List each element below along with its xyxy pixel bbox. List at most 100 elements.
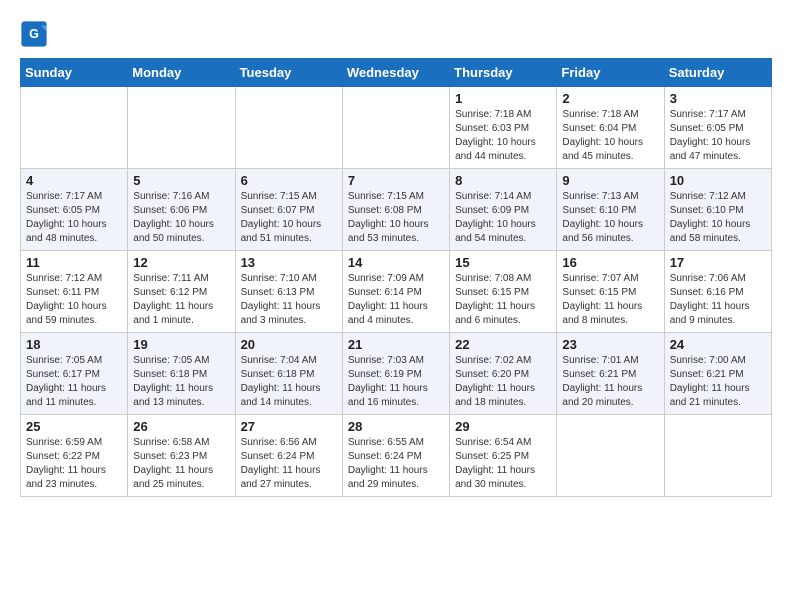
- day-number: 1: [455, 91, 551, 106]
- day-header-sunday: Sunday: [21, 59, 128, 87]
- day-number: 20: [241, 337, 337, 352]
- day-info: Sunrise: 7:13 AMSunset: 6:10 PMDaylight:…: [562, 190, 658, 246]
- day-info: Sunrise: 7:15 AMSunset: 6:07 PMDaylight:…: [241, 190, 337, 246]
- day-info: Sunrise: 7:05 AMSunset: 6:17 PMDaylight:…: [26, 354, 122, 410]
- calendar-cell: 3 Sunrise: 7:17 AMSunset: 6:05 PMDayligh…: [664, 87, 771, 169]
- day-info: Sunrise: 7:06 AMSunset: 6:16 PMDaylight:…: [670, 272, 766, 328]
- day-number: 9: [562, 173, 658, 188]
- day-info: Sunrise: 6:59 AMSunset: 6:22 PMDaylight:…: [26, 436, 122, 492]
- day-info: Sunrise: 7:14 AMSunset: 6:09 PMDaylight:…: [455, 190, 551, 246]
- day-info: Sunrise: 7:15 AMSunset: 6:08 PMDaylight:…: [348, 190, 444, 246]
- day-info: Sunrise: 6:54 AMSunset: 6:25 PMDaylight:…: [455, 436, 551, 492]
- day-number: 2: [562, 91, 658, 106]
- calendar-cell: 19 Sunrise: 7:05 AMSunset: 6:18 PMDaylig…: [128, 333, 235, 415]
- calendar-table: SundayMondayTuesdayWednesdayThursdayFrid…: [20, 58, 772, 497]
- calendar-cell: 12 Sunrise: 7:11 AMSunset: 6:12 PMDaylig…: [128, 251, 235, 333]
- calendar-cell: [557, 415, 664, 497]
- calendar-cell: 11 Sunrise: 7:12 AMSunset: 6:11 PMDaylig…: [21, 251, 128, 333]
- day-number: 7: [348, 173, 444, 188]
- calendar-cell: 21 Sunrise: 7:03 AMSunset: 6:19 PMDaylig…: [342, 333, 449, 415]
- day-info: Sunrise: 7:17 AMSunset: 6:05 PMDaylight:…: [26, 190, 122, 246]
- day-number: 19: [133, 337, 229, 352]
- calendar-cell: 8 Sunrise: 7:14 AMSunset: 6:09 PMDayligh…: [450, 169, 557, 251]
- calendar-cell: 29 Sunrise: 6:54 AMSunset: 6:25 PMDaylig…: [450, 415, 557, 497]
- svg-text:G: G: [29, 27, 39, 41]
- calendar-cell: 20 Sunrise: 7:04 AMSunset: 6:18 PMDaylig…: [235, 333, 342, 415]
- logo-icon: G: [20, 20, 48, 48]
- calendar-cell: 6 Sunrise: 7:15 AMSunset: 6:07 PMDayligh…: [235, 169, 342, 251]
- calendar-cell: 13 Sunrise: 7:10 AMSunset: 6:13 PMDaylig…: [235, 251, 342, 333]
- day-number: 4: [26, 173, 122, 188]
- day-number: 24: [670, 337, 766, 352]
- day-number: 25: [26, 419, 122, 434]
- day-number: 14: [348, 255, 444, 270]
- calendar-cell: 15 Sunrise: 7:08 AMSunset: 6:15 PMDaylig…: [450, 251, 557, 333]
- day-number: 10: [670, 173, 766, 188]
- calendar-cell: 23 Sunrise: 7:01 AMSunset: 6:21 PMDaylig…: [557, 333, 664, 415]
- day-info: Sunrise: 6:58 AMSunset: 6:23 PMDaylight:…: [133, 436, 229, 492]
- calendar-cell: 27 Sunrise: 6:56 AMSunset: 6:24 PMDaylig…: [235, 415, 342, 497]
- calendar-cell: 10 Sunrise: 7:12 AMSunset: 6:10 PMDaylig…: [664, 169, 771, 251]
- day-info: Sunrise: 6:55 AMSunset: 6:24 PMDaylight:…: [348, 436, 444, 492]
- day-number: 18: [26, 337, 122, 352]
- day-number: 17: [670, 255, 766, 270]
- calendar-cell: [128, 87, 235, 169]
- calendar-cell: 24 Sunrise: 7:00 AMSunset: 6:21 PMDaylig…: [664, 333, 771, 415]
- day-number: 6: [241, 173, 337, 188]
- day-info: Sunrise: 7:10 AMSunset: 6:13 PMDaylight:…: [241, 272, 337, 328]
- calendar-cell: 2 Sunrise: 7:18 AMSunset: 6:04 PMDayligh…: [557, 87, 664, 169]
- calendar-cell: 9 Sunrise: 7:13 AMSunset: 6:10 PMDayligh…: [557, 169, 664, 251]
- calendar-cell: 16 Sunrise: 7:07 AMSunset: 6:15 PMDaylig…: [557, 251, 664, 333]
- day-info: Sunrise: 7:01 AMSunset: 6:21 PMDaylight:…: [562, 354, 658, 410]
- day-info: Sunrise: 7:18 AMSunset: 6:04 PMDaylight:…: [562, 108, 658, 164]
- day-info: Sunrise: 7:08 AMSunset: 6:15 PMDaylight:…: [455, 272, 551, 328]
- calendar-cell: 28 Sunrise: 6:55 AMSunset: 6:24 PMDaylig…: [342, 415, 449, 497]
- day-number: 29: [455, 419, 551, 434]
- day-info: Sunrise: 7:12 AMSunset: 6:11 PMDaylight:…: [26, 272, 122, 328]
- day-info: Sunrise: 7:16 AMSunset: 6:06 PMDaylight:…: [133, 190, 229, 246]
- day-header-wednesday: Wednesday: [342, 59, 449, 87]
- calendar-cell: 7 Sunrise: 7:15 AMSunset: 6:08 PMDayligh…: [342, 169, 449, 251]
- day-info: Sunrise: 7:00 AMSunset: 6:21 PMDaylight:…: [670, 354, 766, 410]
- day-number: 23: [562, 337, 658, 352]
- day-number: 26: [133, 419, 229, 434]
- calendar-cell: 22 Sunrise: 7:02 AMSunset: 6:20 PMDaylig…: [450, 333, 557, 415]
- day-header-saturday: Saturday: [664, 59, 771, 87]
- day-info: Sunrise: 7:05 AMSunset: 6:18 PMDaylight:…: [133, 354, 229, 410]
- day-info: Sunrise: 7:02 AMSunset: 6:20 PMDaylight:…: [455, 354, 551, 410]
- calendar-cell: 5 Sunrise: 7:16 AMSunset: 6:06 PMDayligh…: [128, 169, 235, 251]
- day-number: 21: [348, 337, 444, 352]
- day-info: Sunrise: 7:09 AMSunset: 6:14 PMDaylight:…: [348, 272, 444, 328]
- calendar-cell: 25 Sunrise: 6:59 AMSunset: 6:22 PMDaylig…: [21, 415, 128, 497]
- calendar-cell: 18 Sunrise: 7:05 AMSunset: 6:17 PMDaylig…: [21, 333, 128, 415]
- calendar-cell: 17 Sunrise: 7:06 AMSunset: 6:16 PMDaylig…: [664, 251, 771, 333]
- day-info: Sunrise: 7:17 AMSunset: 6:05 PMDaylight:…: [670, 108, 766, 164]
- day-number: 12: [133, 255, 229, 270]
- calendar-cell: 14 Sunrise: 7:09 AMSunset: 6:14 PMDaylig…: [342, 251, 449, 333]
- logo: G: [20, 20, 50, 48]
- day-number: 8: [455, 173, 551, 188]
- day-number: 13: [241, 255, 337, 270]
- day-header-friday: Friday: [557, 59, 664, 87]
- day-info: Sunrise: 7:11 AMSunset: 6:12 PMDaylight:…: [133, 272, 229, 328]
- day-number: 28: [348, 419, 444, 434]
- day-number: 27: [241, 419, 337, 434]
- calendar-cell: 26 Sunrise: 6:58 AMSunset: 6:23 PMDaylig…: [128, 415, 235, 497]
- day-number: 22: [455, 337, 551, 352]
- calendar-cell: [664, 415, 771, 497]
- day-header-monday: Monday: [128, 59, 235, 87]
- page-header: G: [20, 20, 772, 48]
- day-info: Sunrise: 7:12 AMSunset: 6:10 PMDaylight:…: [670, 190, 766, 246]
- calendar-cell: [342, 87, 449, 169]
- day-info: Sunrise: 7:03 AMSunset: 6:19 PMDaylight:…: [348, 354, 444, 410]
- day-header-tuesday: Tuesday: [235, 59, 342, 87]
- day-info: Sunrise: 7:18 AMSunset: 6:03 PMDaylight:…: [455, 108, 551, 164]
- day-number: 3: [670, 91, 766, 106]
- day-header-thursday: Thursday: [450, 59, 557, 87]
- day-info: Sunrise: 7:04 AMSunset: 6:18 PMDaylight:…: [241, 354, 337, 410]
- calendar-cell: [235, 87, 342, 169]
- day-info: Sunrise: 7:07 AMSunset: 6:15 PMDaylight:…: [562, 272, 658, 328]
- day-info: Sunrise: 6:56 AMSunset: 6:24 PMDaylight:…: [241, 436, 337, 492]
- calendar-cell: 1 Sunrise: 7:18 AMSunset: 6:03 PMDayligh…: [450, 87, 557, 169]
- calendar-cell: 4 Sunrise: 7:17 AMSunset: 6:05 PMDayligh…: [21, 169, 128, 251]
